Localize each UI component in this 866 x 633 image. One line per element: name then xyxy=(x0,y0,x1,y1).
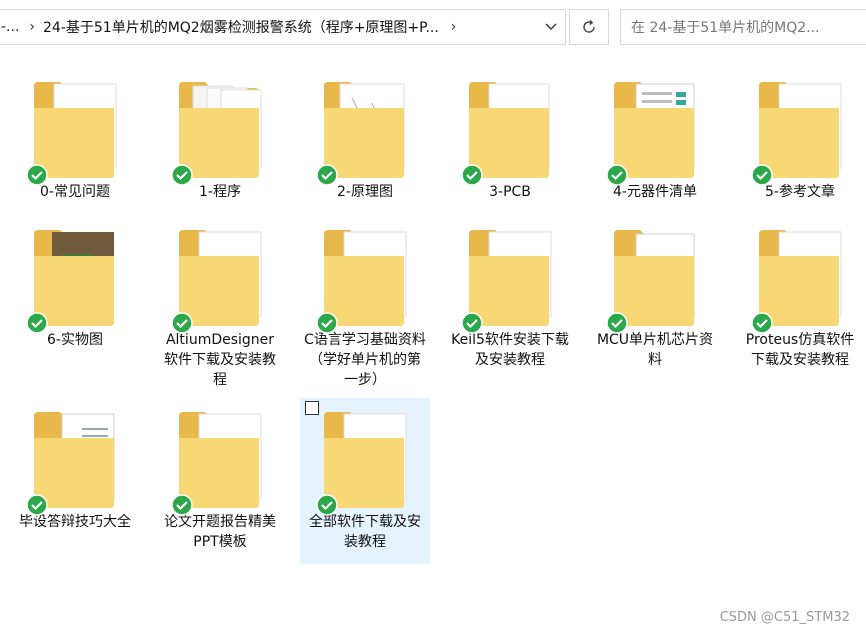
chevron-down-icon xyxy=(545,23,557,30)
folder-label: Keil5软件安装下载及安装教程 xyxy=(451,332,569,368)
folder-label: MCU单片机芯片资料 xyxy=(596,332,714,368)
folder-label: 论文开题报告精美PPT模板 xyxy=(164,514,276,550)
folder-item[interactable]: TXT 论文开题报告精美PPT模板 xyxy=(155,398,285,552)
sync-status-icon xyxy=(26,494,48,516)
folder-item[interactable]: 3-PCB xyxy=(445,68,575,202)
folder-item[interactable]: 1-程序 xyxy=(155,68,285,202)
search-input[interactable]: 在 24-基于51单片机的MQ2... xyxy=(620,9,866,45)
folder-thumbnail: TXT xyxy=(155,216,285,334)
sync-status-icon xyxy=(751,164,773,186)
address-bar[interactable]: -... › 24-基于51单片机的MQ2烟雾检测报警系统（程序+原理图+P..… xyxy=(0,9,566,45)
folder-item[interactable]: TXT 0-常见问题 xyxy=(10,68,140,202)
sync-status-icon xyxy=(606,164,628,186)
sync-status-icon xyxy=(171,164,193,186)
breadcrumb-current-folder[interactable]: 24-基于51单片机的MQ2烟雾检测报警系统（程序+原理图+P... xyxy=(43,17,439,37)
folder-item[interactable]: TXT Keil5软件安装下载及安装教程 xyxy=(445,216,575,370)
breadcrumb-separator[interactable]: › xyxy=(29,19,35,35)
folder-thumbnail xyxy=(300,68,430,186)
folder-thumbnail xyxy=(155,68,285,186)
folder-label: C语言学习基础资料（学好单片机的第一步） xyxy=(304,332,426,388)
folder-item[interactable]: MCU单片机芯片资料 xyxy=(590,216,720,370)
refresh-icon xyxy=(583,20,595,33)
sync-status-icon xyxy=(316,494,338,516)
folder-thumbnail: TXT xyxy=(155,398,285,516)
folder-thumbnail: TXT xyxy=(445,216,575,334)
folder-item[interactable]: 6-实物图 xyxy=(10,216,140,350)
sync-status-icon xyxy=(461,164,483,186)
sync-status-icon xyxy=(316,164,338,186)
folder-label: AltiumDesigner软件下载及安装教程 xyxy=(164,332,276,388)
sync-status-icon xyxy=(171,312,193,334)
sync-status-icon xyxy=(26,312,48,334)
folder-thumbnail: TXT xyxy=(735,216,865,334)
folder-item[interactable]: W 毕设答辩技巧大全 xyxy=(10,398,140,532)
folder-item[interactable]: TXT C语言学习基础资料（学好单片机的第一步） xyxy=(300,216,430,390)
folder-thumbnail: TXT xyxy=(10,68,140,186)
folder-thumbnail xyxy=(590,68,720,186)
folder-label: 全部软件下载及安装教程 xyxy=(309,514,421,550)
select-checkbox[interactable] xyxy=(305,401,319,415)
breadcrumb-overflow[interactable]: -... xyxy=(1,19,19,35)
folder-thumbnail xyxy=(10,216,140,334)
sync-status-icon xyxy=(26,164,48,186)
address-history-dropdown[interactable] xyxy=(534,9,568,45)
navigation-bar: -... › 24-基于51单片机的MQ2烟雾检测报警系统（程序+原理图+P..… xyxy=(0,0,866,56)
folder-item[interactable]: TXT Proteus仿真软件下载及安装教程 xyxy=(735,216,865,370)
folder-item[interactable]: TXT 5-参考文章 xyxy=(735,68,865,202)
folder-label: Proteus仿真软件下载及安装教程 xyxy=(745,332,855,368)
breadcrumb-separator-end[interactable]: › xyxy=(451,19,457,35)
folder-thumbnail xyxy=(590,216,720,334)
sync-status-icon xyxy=(606,312,628,334)
folder-item[interactable]: TXT 全部软件下载及安装教程 xyxy=(300,398,430,564)
folder-thumbnail: TXT xyxy=(735,68,865,186)
refresh-button[interactable] xyxy=(569,9,609,45)
folder-thumbnail xyxy=(445,68,575,186)
watermark: CSDN @C51_STM32 xyxy=(719,610,850,625)
sync-status-icon xyxy=(461,312,483,334)
folder-thumbnail: TXT xyxy=(300,216,430,334)
folder-item[interactable]: TXT AltiumDesigner软件下载及安装教程 xyxy=(155,216,285,390)
folder-item[interactable]: 2-原理图 xyxy=(300,68,430,202)
folder-thumbnail: TXT xyxy=(300,398,430,516)
sync-status-icon xyxy=(316,312,338,334)
sync-status-icon xyxy=(751,312,773,334)
folder-thumbnail: W xyxy=(10,398,140,516)
folder-item[interactable]: 4-元器件清单 xyxy=(590,68,720,202)
sync-status-icon xyxy=(171,494,193,516)
